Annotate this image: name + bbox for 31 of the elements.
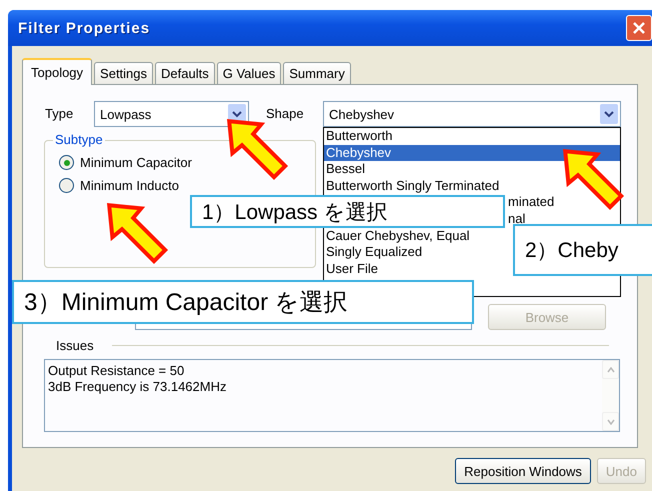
issues-label: Issues <box>56 338 94 353</box>
arrow-icon <box>106 202 168 264</box>
tab[interactable]: G Values <box>216 62 282 84</box>
list-item[interactable]: Butterworth <box>324 128 620 145</box>
list-item[interactable]: Bessel <box>324 161 620 178</box>
dialog-button[interactable]: Reposition Windows <box>455 458 591 484</box>
callout-tooltip: 2）Cheby <box>513 224 652 276</box>
issue-text: 3dB Frequency is 73.1462MHz <box>48 379 226 395</box>
close-icon <box>632 21 646 35</box>
tab[interactable]: Summary <box>283 62 351 84</box>
window-title: Filter Properties <box>18 20 150 36</box>
type-dropdown[interactable]: Lowpass <box>94 101 249 127</box>
callout-tooltip: 1）Lowpass を選択 <box>190 195 505 228</box>
callout-tooltip: 3）Minimum Capacitor を選択 <box>12 280 474 324</box>
list-item[interactable]: minated <box>508 194 620 211</box>
group-label: Subtype <box>53 132 105 147</box>
tab[interactable]: Defaults <box>155 62 215 84</box>
radio-label: Minimum Inducto <box>80 178 179 193</box>
list-item[interactable]: Butterworth Singly Terminated <box>324 178 620 194</box>
tab[interactable]: Settings <box>94 62 154 84</box>
radio-label: Minimum Capacitor <box>80 155 192 170</box>
type-label: Type <box>45 106 74 121</box>
issue-text: Output Resistance = 50 <box>48 363 186 379</box>
shape-label: Shape <box>266 106 305 121</box>
shape-dropdown[interactable]: Chebyshev <box>323 101 621 127</box>
list-item[interactable]: Chebyshev <box>324 144 620 162</box>
close-button[interactable] <box>626 15 652 41</box>
radio-button[interactable] <box>59 178 74 193</box>
arrow-icon <box>562 148 624 210</box>
radio-button[interactable] <box>59 155 74 170</box>
tab[interactable]: Topology <box>22 58 92 85</box>
